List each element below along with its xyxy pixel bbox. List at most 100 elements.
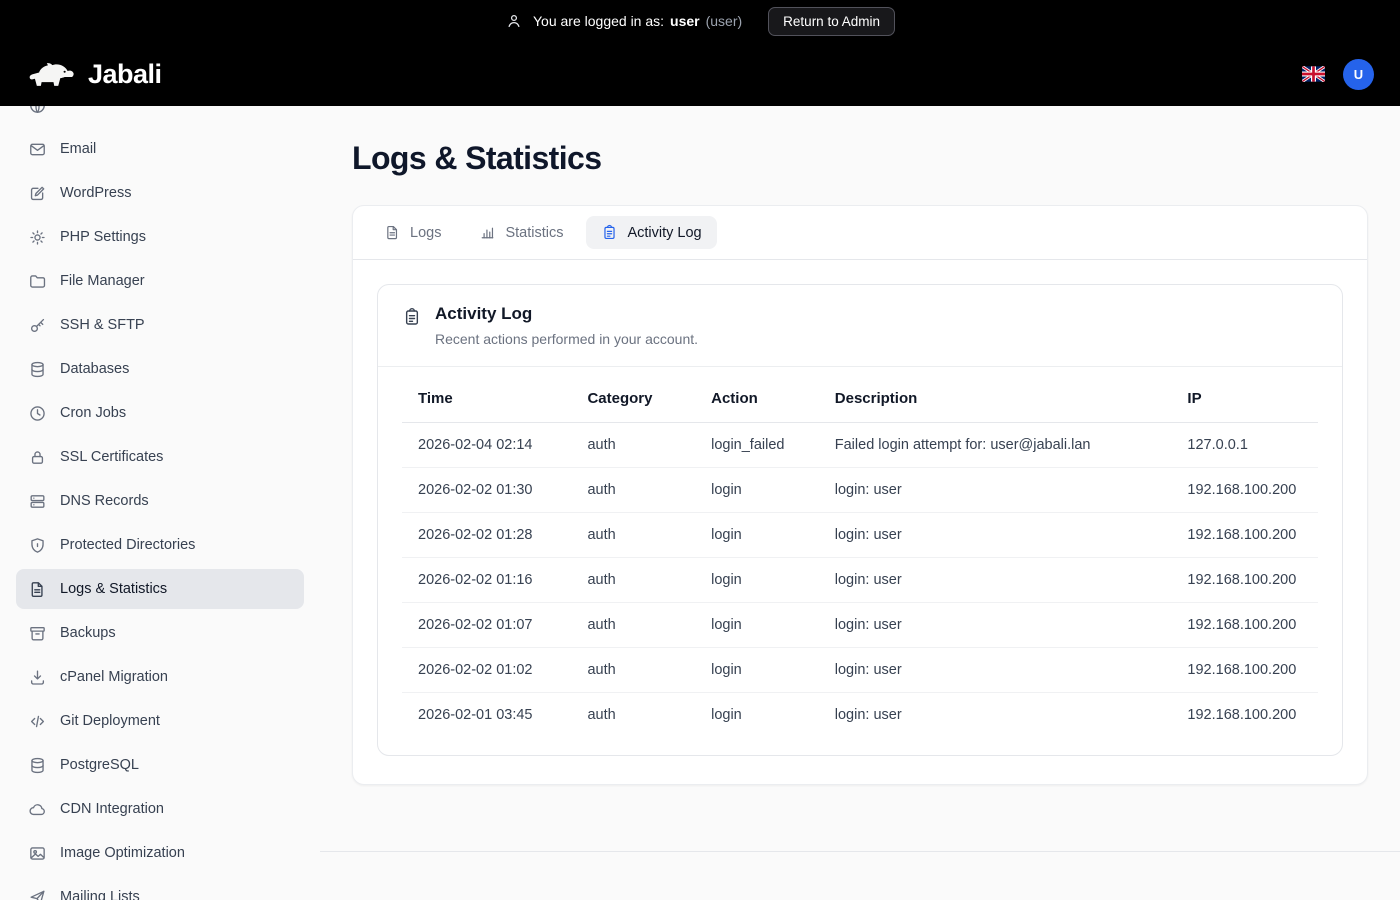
cell-category: auth [571, 693, 695, 738]
sidebar-item-cron-jobs[interactable]: Cron Jobs [16, 393, 304, 433]
sidebar-item-label: Git Deployment [60, 713, 160, 729]
tab-logs[interactable]: Logs [369, 216, 456, 249]
sidebar-nav: Email WordPress PHP Settings File Manager SS… [0, 106, 320, 900]
page-title: Logs & Statistics [352, 140, 1368, 177]
logs-panel: Logs Statistics Activity Log Activity Log … [352, 205, 1368, 785]
sidebar-item-label: Email [60, 141, 96, 157]
column-header-time: Time [402, 375, 571, 423]
column-header-ip: IP [1171, 375, 1318, 423]
card-icon-slot [402, 304, 422, 327]
sidebar-item-ssl-certificates[interactable]: SSL Certificates [16, 437, 304, 477]
sidebar-item-logs-statistics[interactable]: Logs & Statistics [16, 569, 304, 609]
sidebar-item-email[interactable]: Email [16, 129, 304, 169]
user-avatar[interactable]: U [1343, 59, 1374, 90]
sidebar-item-postgresql[interactable]: PostgreSQL [16, 745, 304, 785]
sidebar-item-git-deployment[interactable]: Git Deployment [16, 701, 304, 741]
chart-icon [479, 224, 496, 241]
cell-description: login: user [819, 513, 1172, 558]
sidebar-item-wordpress[interactable]: WordPress [16, 173, 304, 213]
sidebar-item-php-settings[interactable]: PHP Settings [16, 217, 304, 257]
envelope-icon [28, 140, 47, 159]
app-header: Jabali U [0, 42, 1400, 106]
sidebar-item-label: File Manager [60, 273, 145, 289]
tab-label: Activity Log [627, 225, 701, 241]
sidebar-item-label: Mailing Lists [60, 889, 140, 900]
database-icon [28, 360, 47, 379]
admin-user-icon-slot [505, 12, 523, 30]
person-icon [505, 12, 523, 30]
sidebar-item-label: SSL Certificates [60, 449, 163, 465]
cell-description: login: user [819, 603, 1172, 648]
cell-time: 2026-02-04 02:14 [402, 423, 571, 468]
tab-label: Logs [410, 225, 441, 241]
sidebar-item-label: Protected Directories [60, 537, 195, 553]
cell-ip: 127.0.0.1 [1171, 423, 1318, 468]
document-icon [384, 224, 401, 241]
activity-log-card-header: Activity Log Recent actions performed in… [378, 285, 1342, 367]
cell-category: auth [571, 513, 695, 558]
sidebar-item-cpanel-migration[interactable]: cPanel Migration [16, 657, 304, 697]
main-content: Logs & Statistics Logs Statistics Activity… [320, 106, 1400, 900]
cell-ip: 192.168.100.200 [1171, 603, 1318, 648]
table-body: 2026-02-04 02:14authlogin_failedFailed l… [402, 423, 1318, 738]
cloud-icon [28, 800, 47, 819]
sidebar-item-label: PHP Settings [60, 229, 146, 245]
clock-icon [28, 404, 47, 423]
pencil-square-icon [28, 184, 47, 203]
sidebar-item-backups[interactable]: Backups [16, 613, 304, 653]
sidebar-item-label: SSH & SFTP [60, 317, 145, 333]
sidebar-item-cdn-integration[interactable]: CDN Integration [16, 789, 304, 829]
login-username: user [670, 13, 700, 29]
table-row: 2026-02-02 01:30authloginlogin: user192.… [402, 468, 1318, 513]
cell-ip: 192.168.100.200 [1171, 513, 1318, 558]
card-title: Activity Log [435, 304, 698, 324]
gear-icon [28, 228, 47, 247]
cell-category: auth [571, 558, 695, 603]
image-icon [28, 844, 47, 863]
archive-icon [28, 624, 47, 643]
sidebar-item-ssh-sftp[interactable]: SSH & SFTP [16, 305, 304, 345]
column-header-category: Category [571, 375, 695, 423]
sidebar-item-label: Backups [60, 625, 116, 641]
boar-logo-icon [26, 56, 78, 92]
shield-lock-icon [28, 536, 47, 555]
clipboard-icon [402, 307, 422, 327]
globe-icon [28, 106, 47, 115]
sidebar-item-mailing-lists[interactable]: Mailing Lists [16, 877, 304, 900]
cell-description: login: user [819, 693, 1172, 738]
return-to-admin-button[interactable]: Return to Admin [768, 7, 895, 36]
sidebar-item-label: WordPress [60, 185, 131, 201]
sidebar-item-databases[interactable]: Databases [16, 349, 304, 389]
cell-description: login: user [819, 558, 1172, 603]
cell-description: login: user [819, 468, 1172, 513]
activity-log-card: Activity Log Recent actions performed in… [377, 284, 1343, 756]
brand[interactable]: Jabali [26, 56, 162, 92]
table-row: 2026-02-02 01:02authloginlogin: user192.… [402, 648, 1318, 693]
footer-divider [320, 851, 1400, 852]
table-row: 2026-02-02 01:16authloginlogin: user192.… [402, 558, 1318, 603]
cell-action: login [695, 693, 819, 738]
cell-time: 2026-02-02 01:02 [402, 648, 571, 693]
uk-flag-icon[interactable] [1302, 66, 1325, 82]
sidebar-item-partial[interactable] [16, 106, 304, 125]
sidebar-item-image-optimization[interactable]: Image Optimization [16, 833, 304, 873]
tab-label: Statistics [505, 225, 563, 241]
cell-category: auth [571, 468, 695, 513]
cell-action: login [695, 603, 819, 648]
key-icon [28, 316, 47, 335]
header-right: U [1302, 59, 1374, 90]
sidebar-item-dns-records[interactable]: DNS Records [16, 481, 304, 521]
tab-statistics[interactable]: Statistics [464, 216, 578, 249]
sidebar-item-label: DNS Records [60, 493, 149, 509]
folder-icon [28, 272, 47, 291]
tab-activity-log[interactable]: Activity Log [586, 216, 716, 249]
sidebar-item-protected-directories[interactable]: Protected Directories [16, 525, 304, 565]
download-icon [28, 668, 47, 687]
table-wrap: TimeCategoryActionDescriptionIP 2026-02-… [378, 367, 1342, 755]
cell-time: 2026-02-02 01:16 [402, 558, 571, 603]
paper-plane-icon [28, 888, 47, 900]
admin-bar: You are logged in as: user (user) Return… [0, 0, 1400, 42]
sidebar-item-file-manager[interactable]: File Manager [16, 261, 304, 301]
login-message-prefix: You are logged in as: [533, 13, 664, 29]
database-icon [28, 756, 47, 775]
